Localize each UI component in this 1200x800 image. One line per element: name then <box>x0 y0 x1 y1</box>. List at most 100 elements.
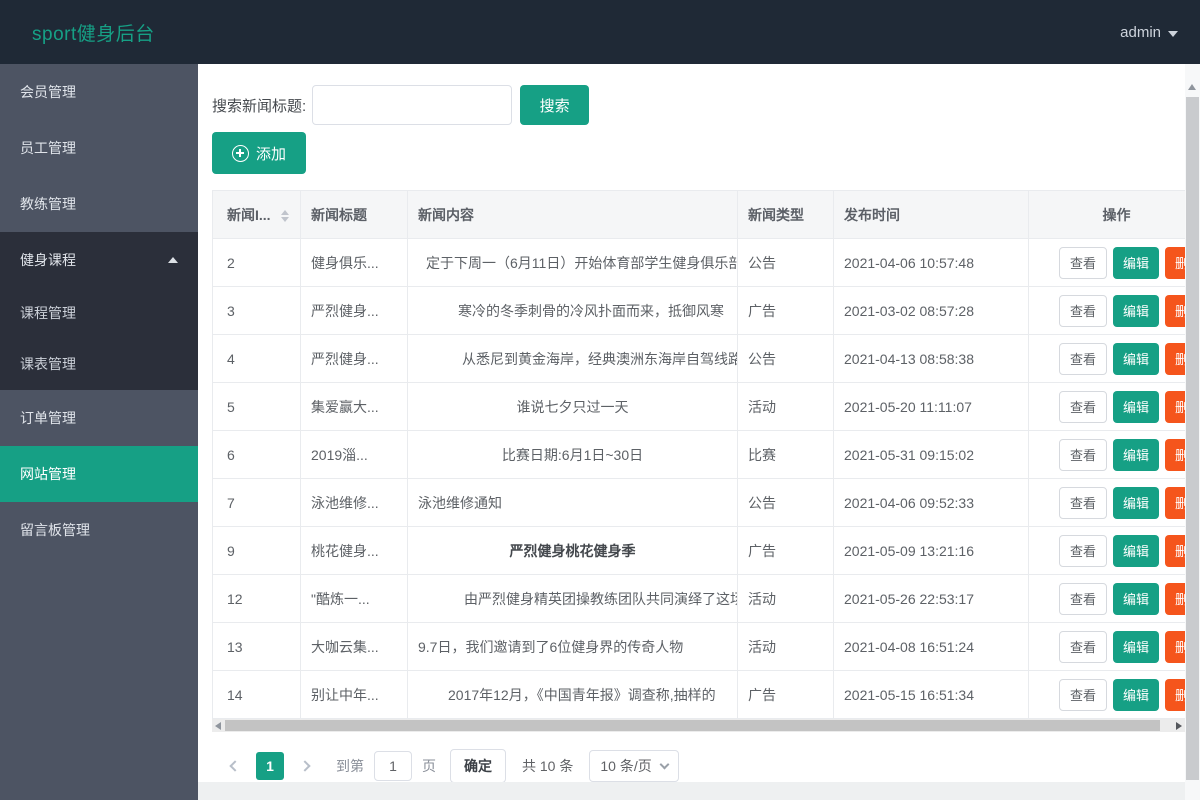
delete-button[interactable]: 删除 <box>1165 486 1185 519</box>
chevron-down-icon <box>659 759 670 770</box>
edit-button[interactable]: 编辑 <box>1113 342 1160 375</box>
goto-label: 到第 <box>336 758 364 774</box>
cell-news-title: 集爱赢大... <box>300 382 408 431</box>
col-news-title: 新闻标题 <box>300 190 408 239</box>
goto-page-input[interactable] <box>374 751 412 781</box>
edit-button[interactable]: 编辑 <box>1113 438 1160 471</box>
sidebar-item-members[interactable]: 会员管理 <box>0 64 198 120</box>
cell-news-id: 4 <box>212 334 301 383</box>
horizontal-scrollbar-thumb[interactable] <box>225 720 1160 731</box>
sidebar: 会员管理 员工管理 教练管理 健身课程 课程管理 课表管理 订单管理 网站管理 … <box>0 64 198 800</box>
cell-publish-time: 2021-04-06 09:52:33 <box>833 478 1029 527</box>
col-news-id[interactable]: 新闻I... <box>212 190 301 239</box>
cell-actions: 查看编辑删除 <box>1028 478 1185 527</box>
cell-news-type: 公告 <box>737 478 834 527</box>
search-input[interactable] <box>312 85 513 125</box>
delete-button[interactable]: 删除 <box>1165 294 1185 327</box>
app-logo: sport健身后台 <box>32 23 155 45</box>
cell-news-type: 广告 <box>737 526 834 575</box>
view-button[interactable]: 查看 <box>1059 486 1108 519</box>
edit-button[interactable]: 编辑 <box>1113 246 1160 279</box>
search-button[interactable]: 搜索 <box>520 85 590 125</box>
cell-news-type: 活动 <box>737 382 834 431</box>
cell-news-type: 比赛 <box>737 430 834 479</box>
app-header: sport健身后台 admin <box>0 0 1200 64</box>
cell-actions: 查看编辑删除 <box>1028 526 1185 575</box>
sidebar-item-website[interactable]: 网站管理 <box>0 446 198 502</box>
delete-button[interactable]: 删除 <box>1165 534 1185 567</box>
edit-button[interactable]: 编辑 <box>1113 630 1160 663</box>
horizontal-scrollbar[interactable] <box>212 719 1185 732</box>
sort-icon[interactable] <box>281 209 290 222</box>
next-page-button[interactable] <box>290 760 320 772</box>
vertical-scrollbar-thumb[interactable] <box>1186 97 1199 780</box>
cell-news-title: 健身俱乐... <box>300 238 408 287</box>
delete-button[interactable]: 删除 <box>1165 342 1185 375</box>
cell-actions: 查看编辑删除 <box>1028 430 1185 479</box>
cell-publish-time: 2021-05-20 11:11:07 <box>833 382 1029 431</box>
view-button[interactable]: 查看 <box>1059 294 1108 327</box>
table-row: 13 大咖云集... 9.7日，我们邀请到了6位健身界的传奇人物 活动 2021-04-… <box>212 622 1185 671</box>
sidebar-item-course-mgmt[interactable]: 课程管理 <box>0 288 198 339</box>
cell-news-content: 由严烈健身精英团操教练团队共同演绎了这场 <box>407 574 738 623</box>
cell-news-id: 2 <box>212 238 301 287</box>
page-size-select[interactable]: 10 条/页 <box>589 750 679 782</box>
table-row: 3 严烈健身... 寒冷的冬季刺骨的冷风扑面而来，抵御风寒 广告 2021-03-02 … <box>212 286 1185 335</box>
prev-page-button[interactable] <box>220 760 250 772</box>
sidebar-item-message-board[interactable]: 留言板管理 <box>0 502 198 558</box>
delete-button[interactable]: 删除 <box>1165 438 1185 471</box>
view-button[interactable]: 查看 <box>1059 582 1108 615</box>
view-button[interactable]: 查看 <box>1059 678 1108 711</box>
delete-button[interactable]: 删除 <box>1165 630 1185 663</box>
cell-news-title: 2019淄... <box>300 430 408 479</box>
edit-button[interactable]: 编辑 <box>1113 486 1160 519</box>
cell-news-content: 泳池维修通知 <box>407 478 738 527</box>
cell-news-id: 13 <box>212 622 301 671</box>
edit-button[interactable]: 编辑 <box>1113 390 1160 423</box>
sidebar-item-schedule-mgmt[interactable]: 课表管理 <box>0 339 198 390</box>
sidebar-item-orders[interactable]: 订单管理 <box>0 390 198 446</box>
scroll-right-icon[interactable] <box>1176 722 1182 730</box>
col-publish-time: 发布时间 <box>833 190 1029 239</box>
sidebar-item-fitness-courses[interactable]: 健身课程 <box>0 232 198 288</box>
cell-news-title: 严烈健身... <box>300 286 408 335</box>
cell-publish-time: 2021-04-13 08:58:38 <box>833 334 1029 383</box>
edit-button[interactable]: 编辑 <box>1113 582 1160 615</box>
user-menu[interactable]: admin <box>1120 24 1178 41</box>
table-row: 6 2019淄... 比赛日期:6月1日~30日 比赛 2021-05-31 09:15… <box>212 430 1185 479</box>
table-header-row: 新闻I... 新闻标题 新闻内容 新闻类型 发布时间 操作 <box>212 190 1185 239</box>
edit-button[interactable]: 编辑 <box>1113 678 1160 711</box>
cell-actions: 查看编辑删除 <box>1028 622 1185 671</box>
confirm-button[interactable]: 确定 <box>450 749 506 783</box>
add-button[interactable]: 添加 <box>212 132 306 174</box>
scroll-left-icon[interactable] <box>215 722 221 730</box>
view-button[interactable]: 查看 <box>1059 246 1108 279</box>
cell-news-title: 严烈健身... <box>300 334 408 383</box>
view-button[interactable]: 查看 <box>1059 438 1108 471</box>
sidebar-item-staff[interactable]: 员工管理 <box>0 120 198 176</box>
cell-publish-time: 2021-03-02 08:57:28 <box>833 286 1029 335</box>
table-row: 4 严烈健身... 从悉尼到黄金海岸，经典澳洲东海岸自驾线路 公告 2021-04-13… <box>212 334 1185 383</box>
cell-publish-time: 2021-04-08 16:51:24 <box>833 622 1029 671</box>
delete-button[interactable]: 删除 <box>1165 246 1185 279</box>
view-button[interactable]: 查看 <box>1059 390 1108 423</box>
cell-publish-time: 2021-05-26 22:53:17 <box>833 574 1029 623</box>
delete-button[interactable]: 删除 <box>1165 678 1185 711</box>
cell-actions: 查看编辑删除 <box>1028 238 1185 287</box>
view-button[interactable]: 查看 <box>1059 534 1108 567</box>
cell-news-type: 活动 <box>737 622 834 671</box>
delete-button[interactable]: 删除 <box>1165 390 1185 423</box>
cell-publish-time: 2021-05-15 16:51:34 <box>833 670 1029 719</box>
view-button[interactable]: 查看 <box>1059 342 1108 375</box>
cell-news-type: 公告 <box>737 238 834 287</box>
table-row: 12 "酷炼一... 由严烈健身精英团操教练团队共同演绎了这场 活动 2021-05-2… <box>212 574 1185 623</box>
page-number-button[interactable]: 1 <box>256 752 284 780</box>
cell-news-id: 7 <box>212 478 301 527</box>
delete-button[interactable]: 删除 <box>1165 582 1185 615</box>
scroll-up-icon[interactable] <box>1188 84 1196 90</box>
edit-button[interactable]: 编辑 <box>1113 534 1160 567</box>
view-button[interactable]: 查看 <box>1059 630 1108 663</box>
sidebar-item-coaches[interactable]: 教练管理 <box>0 176 198 232</box>
edit-button[interactable]: 编辑 <box>1113 294 1160 327</box>
vertical-scrollbar[interactable] <box>1185 64 1200 800</box>
